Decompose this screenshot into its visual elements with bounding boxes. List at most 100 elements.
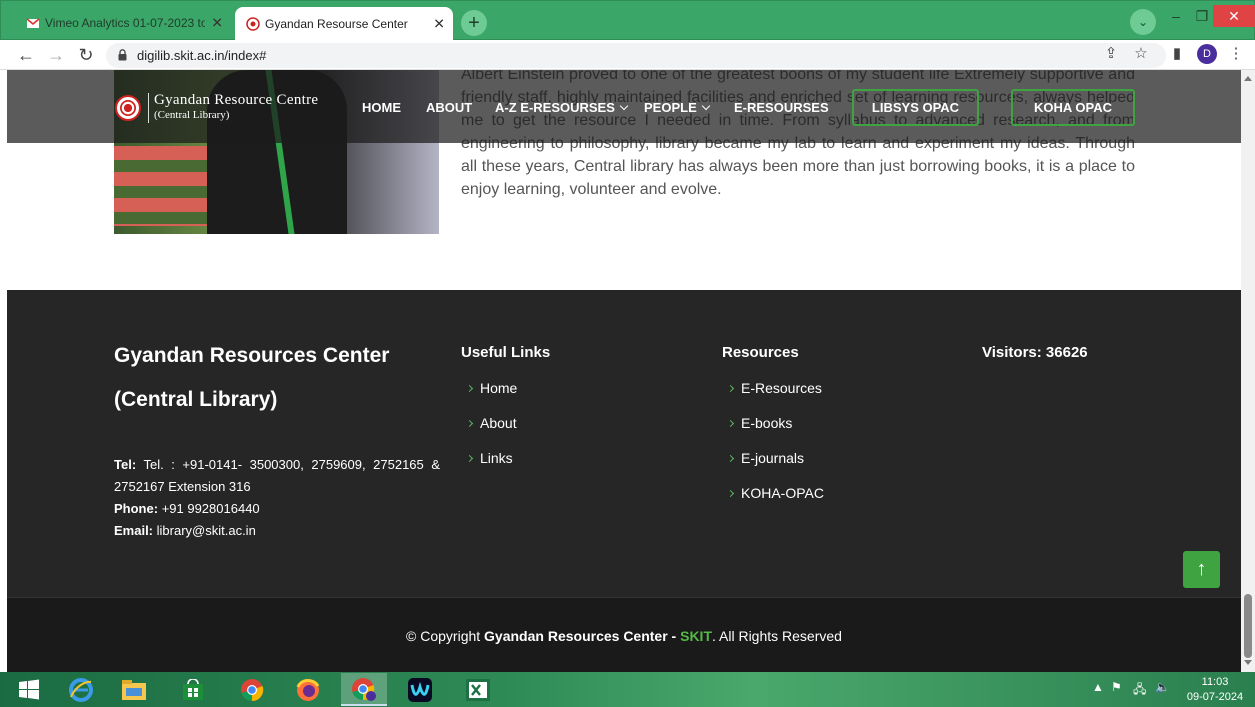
tab-search-chevron-icon[interactable]: ⌄ <box>1130 9 1156 35</box>
logo-title[interactable]: Gyandan Resource Centre <box>154 92 318 109</box>
clock-date: 09-07-2024 <box>1186 691 1244 703</box>
footer-phone: Phone: +91 9928016440 <box>114 498 440 520</box>
link-label: KOHA-OPAC <box>741 485 824 501</box>
close-window-icon[interactable]: ✕ <box>1213 5 1255 27</box>
nav-e-resourses[interactable]: E-RESOURSES <box>734 100 829 115</box>
chevron-down-icon <box>619 101 629 111</box>
nav-a-z-e-resourses[interactable]: A-Z E-RESOURSES <box>495 100 629 115</box>
logo-subtitle[interactable]: (Central Library) <box>154 109 229 121</box>
nav-home[interactable]: HOME <box>362 100 401 115</box>
footer-link-e-journals[interactable]: E-journals <box>726 450 805 466</box>
chevron-right-icon <box>726 489 735 498</box>
copyright-bar: © Copyright Gyandan Resources Center - S… <box>7 597 1241 672</box>
link-label: Home <box>480 380 518 396</box>
excel-icon[interactable] <box>455 673 501 706</box>
site-footer: Gyandan Resources Center (Central Librar… <box>7 290 1241 597</box>
chevron-down-icon <box>701 101 710 111</box>
footer-email: Email: library@skit.ac.in <box>114 520 440 542</box>
web-page: Albert Einstein proved to one of the gre… <box>7 70 1241 672</box>
page-scrollbar[interactable] <box>1241 70 1255 672</box>
visitor-counter: Visitors: 36626 <box>982 344 1088 361</box>
volume-icon[interactable]: 🔈 <box>1155 680 1170 694</box>
gmail-icon <box>26 17 40 28</box>
copyright-text: © Copyright Gyandan Resources Center - S… <box>7 628 1241 644</box>
scroll-up-arrow-icon[interactable] <box>1244 76 1252 81</box>
tray-flag-icon[interactable]: ⚑ <box>1111 680 1122 694</box>
nav-label: HOME <box>362 100 401 115</box>
scrollbar-thumb[interactable] <box>1244 594 1252 658</box>
address-bar[interactable]: digilib.skit.ac.in/index# <box>106 43 1166 68</box>
close-tab-icon[interactable]: ✕ <box>211 14 223 31</box>
chevron-right-icon <box>726 384 735 393</box>
scroll-down-arrow-icon[interactable] <box>1244 660 1252 665</box>
firefox-icon[interactable] <box>285 673 331 706</box>
footer-title-line1: Gyandan Resources Center <box>114 344 390 367</box>
footer-link-links[interactable]: Links <box>465 450 513 466</box>
chevron-right-icon <box>726 419 735 428</box>
nav-libsys-opac-button[interactable]: LIBSYS OPAC <box>852 89 979 126</box>
link-label: E-Resources <box>741 380 822 396</box>
footer-link-home[interactable]: Home <box>465 380 518 396</box>
testimonial-photo-bench <box>114 146 209 226</box>
link-label: About <box>480 415 517 431</box>
tab-label: Gyandan Resourse Center <box>265 17 408 31</box>
tel-value: Tel. : +91-0141- 3500300, 2759609, 27521… <box>114 457 440 494</box>
chrome-icon[interactable] <box>229 673 275 706</box>
url-text: digilib.skit.ac.in/index# <box>137 48 267 63</box>
copyright-brand: Gyandan Resources Center - <box>484 628 681 644</box>
windows-taskbar: ▲ ⚑ 🖧 🔈 11:03 09-07-2024 <box>0 672 1255 707</box>
tab-vimeo-analytics[interactable]: Vimeo Analytics 01-07-2023 to 3 ✕ <box>15 8 231 37</box>
share-icon[interactable]: ⇪ <box>1101 44 1121 62</box>
phone-label: Phone: <box>114 501 159 516</box>
nav-label: PEOPLE <box>644 100 697 115</box>
nav-people[interactable]: PEOPLE <box>644 100 710 115</box>
useful-links-heading: Useful Links <box>461 344 551 361</box>
copyright-suffix: . All Rights Reserved <box>712 628 842 644</box>
microsoft-store-icon[interactable] <box>170 673 216 706</box>
profile-avatar[interactable]: D <box>1197 44 1217 64</box>
nav-label: E-RESOURSES <box>734 100 829 115</box>
chevron-right-icon <box>465 419 474 428</box>
link-label: Links <box>480 450 513 466</box>
browser-tabstrip: Vimeo Analytics 01-07-2023 to 3 ✕ Gyanda… <box>0 0 1255 41</box>
close-tab-icon[interactable]: ✕ <box>433 16 445 33</box>
windows-start-icon[interactable] <box>6 673 52 706</box>
chevron-right-icon <box>465 384 474 393</box>
tray-overflow-chevron-icon[interactable]: ▲ <box>1092 680 1104 694</box>
internet-explorer-icon[interactable] <box>58 673 104 706</box>
copyright-prefix: © Copyright <box>406 628 485 644</box>
footer-link-e-resources[interactable]: E-Resources <box>726 380 822 396</box>
resources-heading: Resources <box>722 344 799 361</box>
footer-link-e-books[interactable]: E-books <box>726 415 792 431</box>
clock-time: 11:03 <box>1201 676 1229 688</box>
footer-link-about[interactable]: About <box>465 415 517 431</box>
reload-icon[interactable]: ↻ <box>75 44 97 66</box>
browser-toolbar: ← → ↻ digilib.skit.ac.in/index# ⇪ ☆ ▮ D … <box>0 40 1255 70</box>
email-value: library@skit.ac.in <box>156 523 256 538</box>
logo-divider <box>148 93 149 123</box>
bookmark-star-icon[interactable]: ☆ <box>1131 44 1151 62</box>
email-label: Email: <box>114 523 154 538</box>
footer-link-koha-opac[interactable]: KOHA-OPAC <box>726 485 824 501</box>
network-icon[interactable]: 🖧 <box>1133 680 1146 701</box>
nav-about[interactable]: ABOUT <box>426 100 472 115</box>
forward-arrow-icon[interactable]: → <box>45 44 67 66</box>
back-to-top-arrow-icon[interactable]: ↑ <box>1183 551 1220 588</box>
back-arrow-icon[interactable]: ← <box>15 44 37 66</box>
taskbar-clock[interactable]: 11:03 09-07-2024 <box>1180 675 1250 705</box>
file-explorer-icon[interactable] <box>111 673 157 706</box>
copyright-skit-link[interactable]: SKIT <box>680 628 712 644</box>
side-panel-icon[interactable]: ▮ <box>1167 44 1187 62</box>
footer-contact: Tel: Tel. : +91-0141- 3500300, 2759609, … <box>114 454 440 542</box>
tab-gyandan-resource-center[interactable]: Gyandan Resourse Center ✕ <box>235 7 453 41</box>
nav-label: KOHA OPAC <box>1034 100 1112 115</box>
link-label: E-journals <box>741 450 805 466</box>
kebab-menu-icon[interactable]: ⋮ <box>1226 44 1246 62</box>
skit-logo-icon[interactable] <box>115 95 141 121</box>
tel-label: Tel: <box>114 457 137 472</box>
new-tab-plus-icon[interactable]: + <box>461 10 487 36</box>
chrome-profile-icon[interactable] <box>341 673 387 706</box>
nav-label: LIBSYS OPAC <box>871 100 960 115</box>
nav-koha-opac-button[interactable]: KOHA OPAC <box>1011 89 1135 126</box>
webex-icon[interactable] <box>397 673 443 706</box>
